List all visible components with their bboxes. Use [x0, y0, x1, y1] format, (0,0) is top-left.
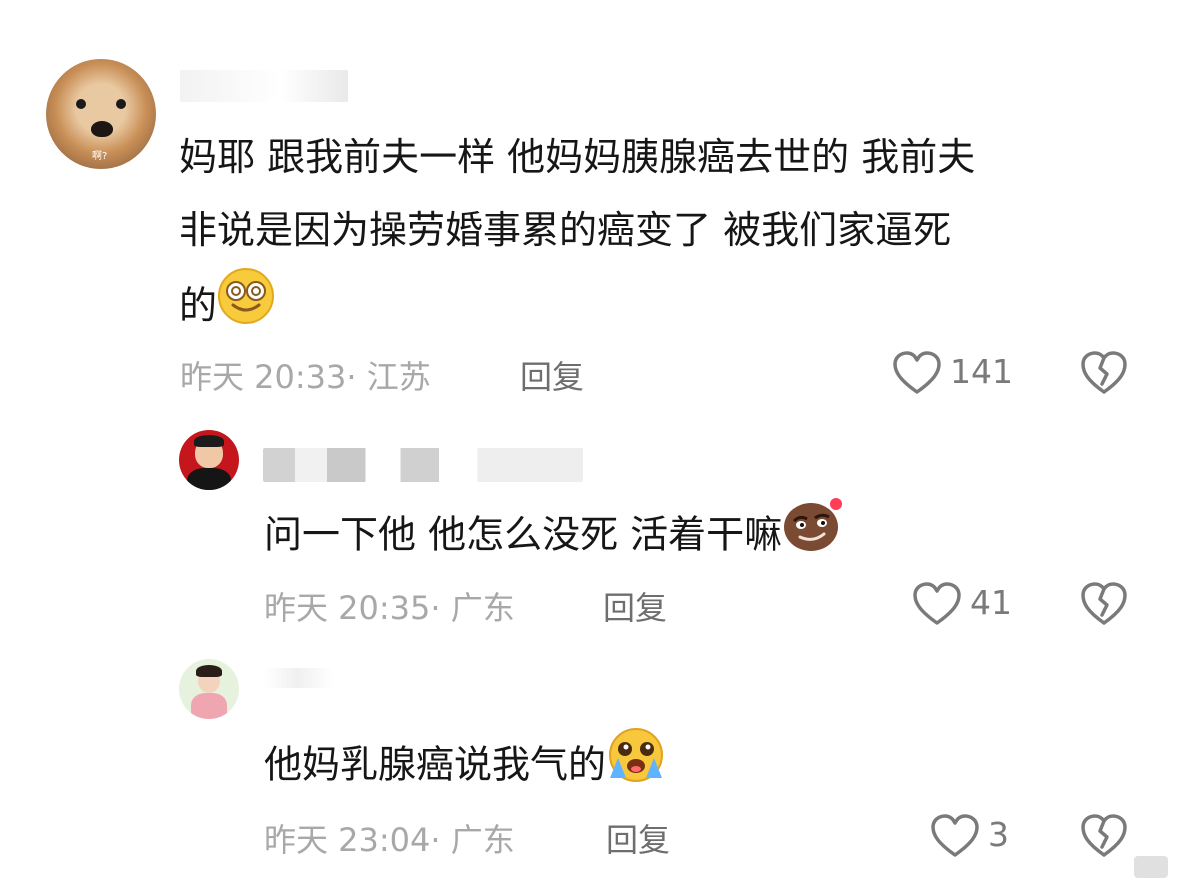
- comment-location: 广东: [450, 821, 515, 859]
- comment-text: 他妈乳腺癌说我气的: [264, 726, 666, 808]
- comment-text: 妈耶 跟我前夫一样 他妈妈胰腺癌去世的 我前夫 非说是因为操劳婚事累的癌变了 被…: [179, 121, 975, 349]
- avatar-caption: 啊?: [92, 151, 108, 162]
- comment-text: 问一下他 他怎么没死 活着干嘛: [264, 496, 844, 578]
- broken-heart-icon[interactable]: [1080, 813, 1128, 863]
- comment-location: 江苏: [366, 358, 431, 396]
- comment-time: 昨天 20:35: [264, 589, 431, 627]
- like-count: 141: [950, 352, 1013, 391]
- comment-location: 广东: [450, 589, 515, 627]
- username-redacted[interactable]: [263, 668, 333, 688]
- heart-icon[interactable]: [892, 350, 942, 400]
- like-count: 41: [970, 583, 1012, 622]
- reply-button[interactable]: 回复: [603, 583, 667, 629]
- smirk-potato-emoji: [782, 496, 844, 578]
- avatar[interactable]: [179, 659, 239, 719]
- dizzy-smile-emoji: [217, 267, 275, 349]
- reply-button[interactable]: 回复: [520, 352, 584, 398]
- reply-button[interactable]: 回复: [606, 815, 670, 861]
- watermark-logo: [1134, 856, 1168, 878]
- comment-meta: 昨天 23:04· 广东: [264, 821, 515, 859]
- comment-time: 昨天 20:33: [180, 358, 347, 396]
- avatar[interactable]: [179, 430, 239, 490]
- crying-emoji: [606, 726, 666, 808]
- username-redacted[interactable]: [263, 448, 583, 482]
- username-redacted[interactable]: [180, 70, 348, 102]
- broken-heart-icon[interactable]: [1080, 350, 1128, 400]
- broken-heart-icon[interactable]: [1080, 581, 1128, 631]
- comment-meta: 昨天 20:33· 江苏: [180, 358, 431, 396]
- comment-time: 昨天 23:04: [264, 821, 431, 859]
- like-count: 3: [988, 815, 1009, 854]
- heart-icon[interactable]: [930, 813, 980, 863]
- comment-meta: 昨天 20:35· 广东: [264, 589, 515, 627]
- heart-icon[interactable]: [912, 581, 962, 631]
- avatar[interactable]: 啊?: [46, 59, 156, 169]
